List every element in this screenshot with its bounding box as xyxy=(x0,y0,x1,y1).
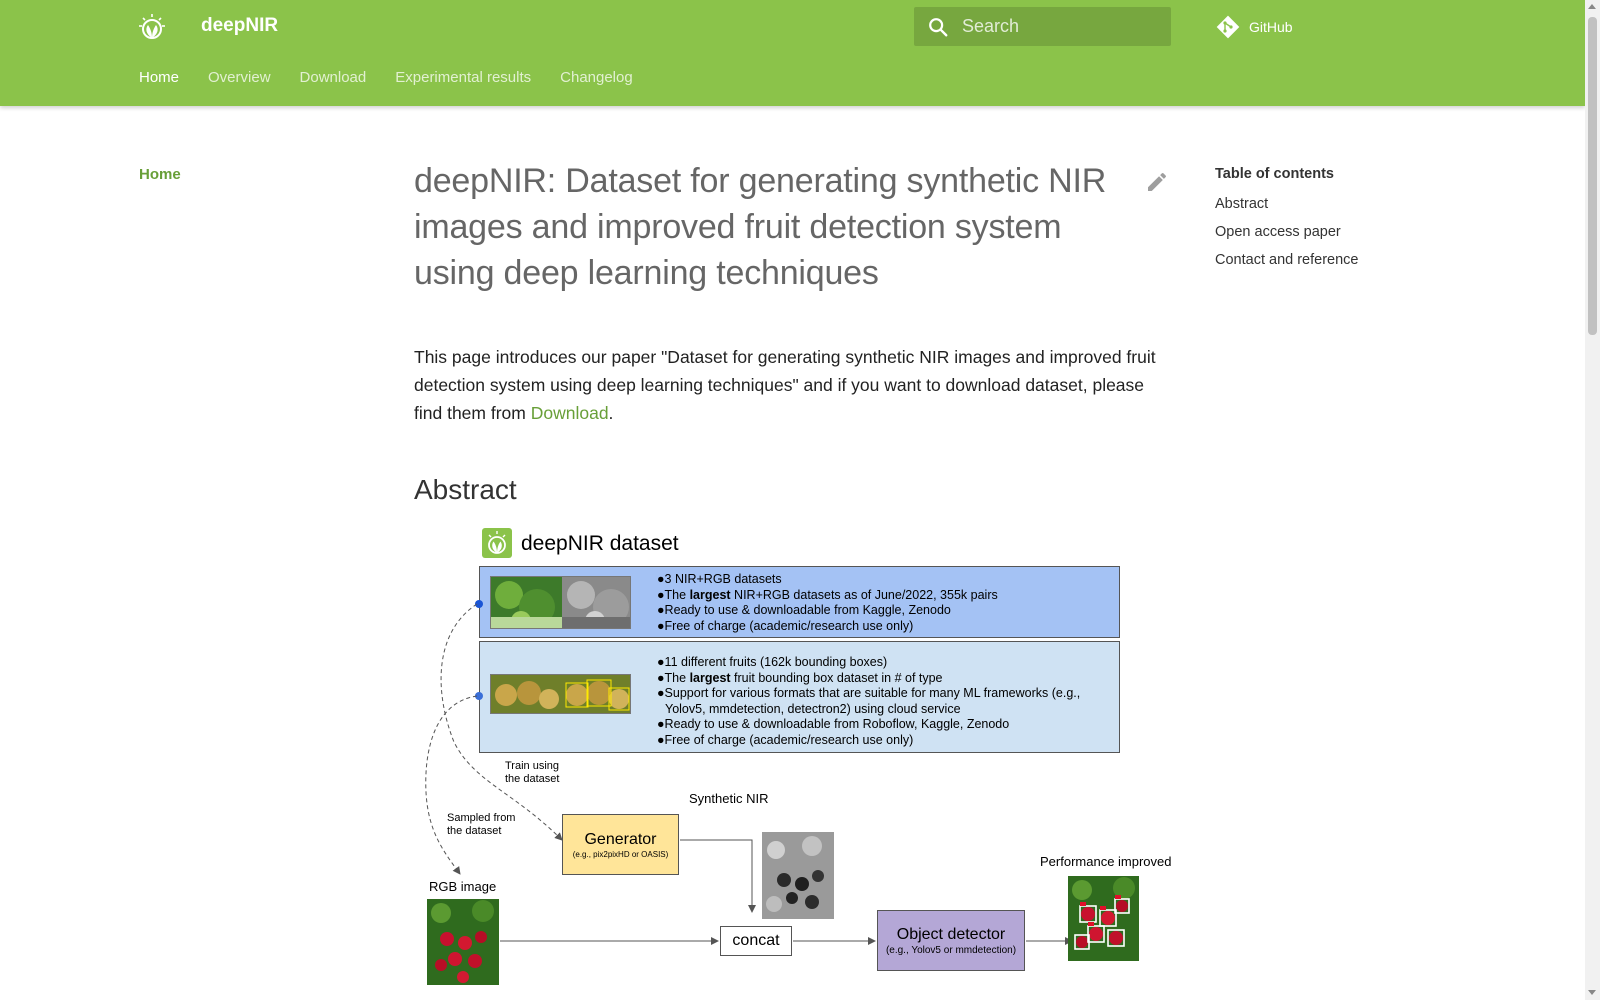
sidebar-item-home[interactable]: Home xyxy=(139,166,181,183)
generator-node: Generator (e.g., pix2pixHD or OASIS) xyxy=(562,814,679,875)
scrollbar-thumb[interactable] xyxy=(1588,17,1597,335)
tab-experimental-results[interactable]: Experimental results xyxy=(395,69,531,86)
scroll-up-arrow-icon[interactable] xyxy=(1588,4,1596,9)
abstract-heading: Abstract xyxy=(414,474,517,505)
performance-label: Performance improved xyxy=(1040,854,1172,869)
github-label: GitHub xyxy=(1249,19,1293,35)
edit-pencil-icon[interactable] xyxy=(1145,170,1169,194)
abstract-figure: deepNIR dataset ●3 NIR+RGB datasets ●The… xyxy=(414,522,1174,1000)
tab-overview[interactable]: Overview xyxy=(208,69,271,86)
synthetic-nir-label: Synthetic NIR xyxy=(689,791,769,806)
search-icon xyxy=(929,17,948,36)
intro-end: . xyxy=(608,403,614,423)
search-input[interactable] xyxy=(962,16,1152,37)
detection-result-image xyxy=(1068,876,1139,961)
search-box[interactable] xyxy=(914,7,1171,46)
deepnir-logo-icon[interactable] xyxy=(138,13,166,41)
intro-text: This page introduces our paper "Dataset … xyxy=(414,347,1156,423)
toc-item-open-access-paper[interactable]: Open access paper xyxy=(1215,224,1358,240)
tab-home[interactable]: Home xyxy=(139,69,179,86)
download-link[interactable]: Download xyxy=(531,403,609,423)
header-tabs: Home Overview Download Experimental resu… xyxy=(139,69,662,86)
table-of-contents: Table of contents Abstract Open access p… xyxy=(1215,166,1358,280)
main-content: deepNIR: Dataset for generating syntheti… xyxy=(414,158,1172,506)
concat-node: concat xyxy=(720,926,792,956)
github-link[interactable]: GitHub xyxy=(1215,14,1293,40)
scroll-down-arrow-icon[interactable] xyxy=(1588,990,1596,995)
train-label: Train using the dataset xyxy=(505,760,560,785)
git-icon xyxy=(1216,15,1240,39)
page-scrollbar[interactable] xyxy=(1585,0,1600,1000)
object-detector-node: Object detector (e.g., Yolov5 or mmdetec… xyxy=(877,910,1025,971)
toc-item-abstract[interactable]: Abstract xyxy=(1215,196,1358,212)
toc-item-contact-and-reference[interactable]: Contact and reference xyxy=(1215,252,1358,268)
top-header: deepNIR GitHub Home Overview Download Ex… xyxy=(0,0,1585,106)
intro-paragraph: This page introduces our paper "Dataset … xyxy=(414,343,1164,427)
rgb-image xyxy=(427,899,499,985)
tab-changelog[interactable]: Changelog xyxy=(560,69,633,86)
site-title[interactable]: deepNIR xyxy=(201,13,278,39)
tab-download[interactable]: Download xyxy=(300,69,367,86)
sampled-label: Sampled from the dataset xyxy=(447,812,516,837)
rgb-image-label: RGB image xyxy=(429,879,497,894)
page-title: deepNIR: Dataset for generating syntheti… xyxy=(414,162,1107,292)
toc-title: Table of contents xyxy=(1215,166,1334,182)
synthetic-nir-image xyxy=(762,832,834,919)
